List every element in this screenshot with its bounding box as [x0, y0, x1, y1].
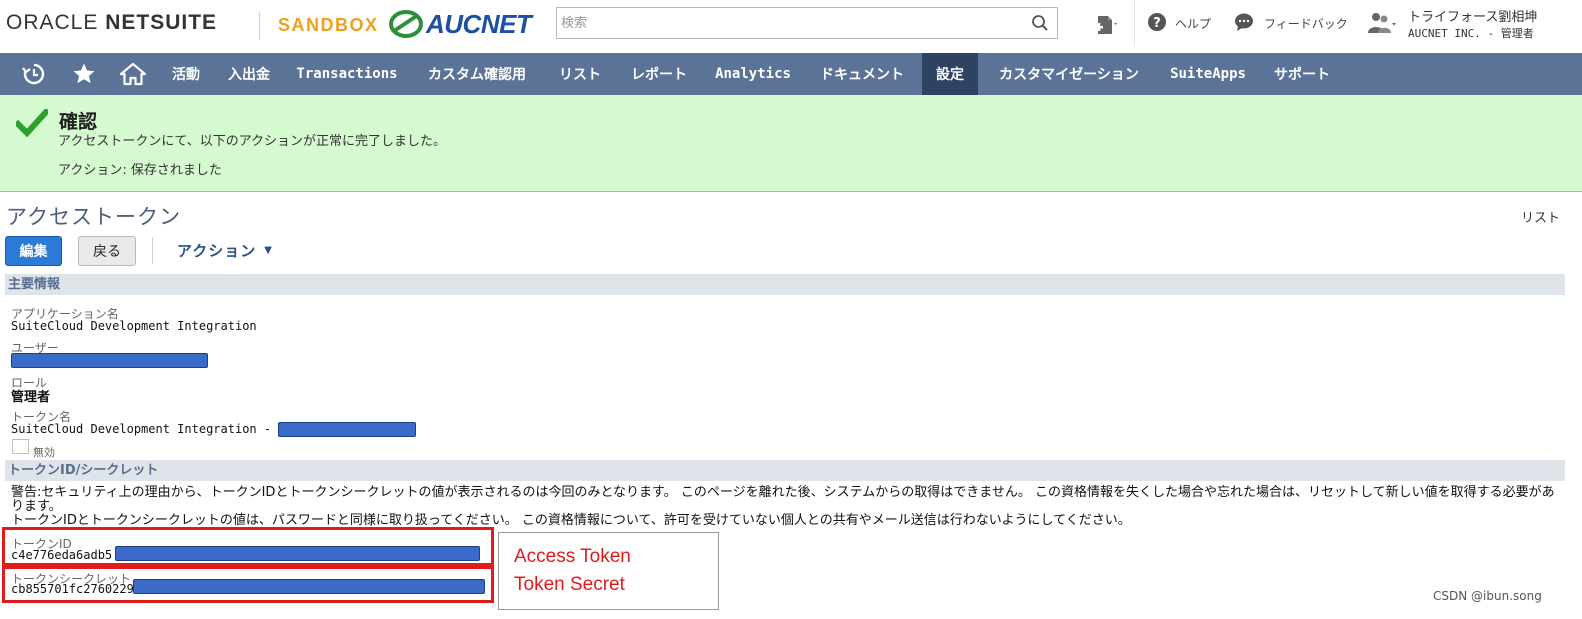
watermark: CSDN @ibun.song: [1433, 589, 1542, 603]
global-search[interactable]: [556, 7, 1058, 39]
nav-item-analytics[interactable]: Analytics: [707, 53, 799, 95]
nav-item-transactions[interactable]: Transactions: [289, 53, 405, 95]
nav-item-customization[interactable]: カスタマイゼーション: [982, 53, 1156, 95]
role-value: 管理者: [11, 390, 51, 405]
token-id-redacted: [115, 546, 480, 561]
list-link[interactable]: リスト: [1521, 207, 1560, 226]
oracle-netsuite-logo[interactable]: ORACLE NETSUITE: [6, 11, 217, 35]
create-new-menu[interactable]: [1094, 14, 1120, 39]
annotation-access-token: Access Token: [514, 546, 631, 567]
inactive-checkbox[interactable]: [12, 439, 29, 454]
actions-menu[interactable]: アクション ▼: [177, 240, 273, 261]
home-icon[interactable]: [111, 53, 155, 95]
token-name-value: SuiteCloud Development Integration -: [11, 422, 272, 436]
feedback-label: フィードバック: [1264, 17, 1348, 31]
feedback-link[interactable]: フィードバック: [1234, 12, 1348, 35]
confirmation-action: アクション: 保存されました: [58, 163, 222, 178]
logo-netsuite-text: NETSUITE: [105, 11, 218, 34]
nav-item-reports[interactable]: レポート: [620, 53, 698, 95]
recent-records-icon[interactable]: [12, 53, 56, 95]
actions-menu-label: アクション: [177, 242, 257, 260]
confirmation-banner: 確認 アクセストークンにて、以下のアクションが正常に完了しました。 アクション:…: [0, 95, 1582, 192]
security-warning: 警告:セキュリティ上の理由から、トークンIDとトークンシークレットの値が表示され…: [11, 486, 1561, 528]
nav-item-custom-check[interactable]: カスタム確認用: [414, 53, 540, 95]
warning-line-1: 警告:セキュリティ上の理由から、トークンIDとトークンシークレットの値が表示され…: [11, 485, 1555, 514]
chevron-down-icon: ▼: [264, 245, 273, 256]
logo-divider: [259, 12, 260, 40]
nav-item-suiteapps[interactable]: SuiteApps: [1162, 53, 1254, 95]
svg-text:?: ?: [1153, 16, 1161, 31]
page-title: アクセストークン: [6, 205, 181, 229]
annotation-token-secret: Token Secret: [514, 574, 625, 595]
nav-item-payments[interactable]: 入出金: [218, 53, 280, 95]
search-input[interactable]: [557, 8, 1017, 38]
main-nav: 活動 入出金 Transactions カスタム確認用 リスト レポート Ana…: [0, 53, 1582, 95]
help-label: ヘルプ: [1175, 17, 1212, 31]
inactive-label: 無効: [33, 446, 55, 459]
help-icon: ?: [1147, 12, 1167, 35]
warning-line-2: トークンIDとトークンシークレットの値は、パスワードと同様に取り扱ってください。…: [11, 513, 1131, 528]
new-record-icon: [1094, 14, 1120, 39]
header-divider: [1134, 0, 1135, 45]
favorites-star-icon[interactable]: [62, 53, 106, 95]
nav-item-activities[interactable]: 活動: [161, 53, 211, 95]
token-secret-redacted: [133, 579, 485, 594]
top-header: ORACLE NETSUITE SANDBOX AUCNET ? ヘルプ フィー…: [0, 0, 1582, 53]
user-company-role: AUCNET INC. - 管理者: [1408, 27, 1534, 40]
nav-item-documents[interactable]: ドキュメント: [808, 53, 916, 95]
checkmark-icon: [13, 107, 51, 141]
app-name-value: SuiteCloud Development Integration: [11, 319, 257, 333]
company-logo-text: AUCNET: [426, 8, 532, 39]
user-name: トライフォース劉相坤: [1408, 10, 1538, 25]
nav-item-setup[interactable]: 設定: [922, 53, 978, 95]
help-link[interactable]: ? ヘルプ: [1147, 12, 1211, 35]
token-id-value: c4e776eda6adb5: [11, 548, 113, 562]
nav-item-lists[interactable]: リスト: [549, 53, 611, 95]
logo-oracle-text: ORACLE: [6, 11, 99, 34]
confirmation-message: アクセストークンにて、以下のアクションが正常に完了しました。: [58, 134, 447, 149]
back-button[interactable]: 戻る: [78, 236, 136, 266]
user-value-redacted: [11, 353, 208, 368]
toolbar-divider: [152, 237, 153, 264]
section-token-id-secret: トークンID/シークレット: [5, 460, 1565, 481]
user-role-icon: [1366, 11, 1398, 39]
annotation-callout: Access Token Token Secret: [498, 532, 719, 610]
edit-button[interactable]: 編集: [5, 236, 62, 266]
token-name-redacted: [278, 422, 416, 437]
company-logo: AUCNET: [388, 7, 532, 41]
aucnet-swirl-icon: [389, 10, 423, 38]
search-icon[interactable]: [1031, 14, 1049, 36]
nav-item-support[interactable]: サポート: [1262, 53, 1342, 95]
section-primary-info: 主要情報: [5, 274, 1565, 295]
sandbox-badge: SANDBOX: [278, 15, 379, 35]
feedback-icon: [1234, 12, 1254, 35]
token-secret-value: cb855701fc2760229: [11, 582, 134, 596]
